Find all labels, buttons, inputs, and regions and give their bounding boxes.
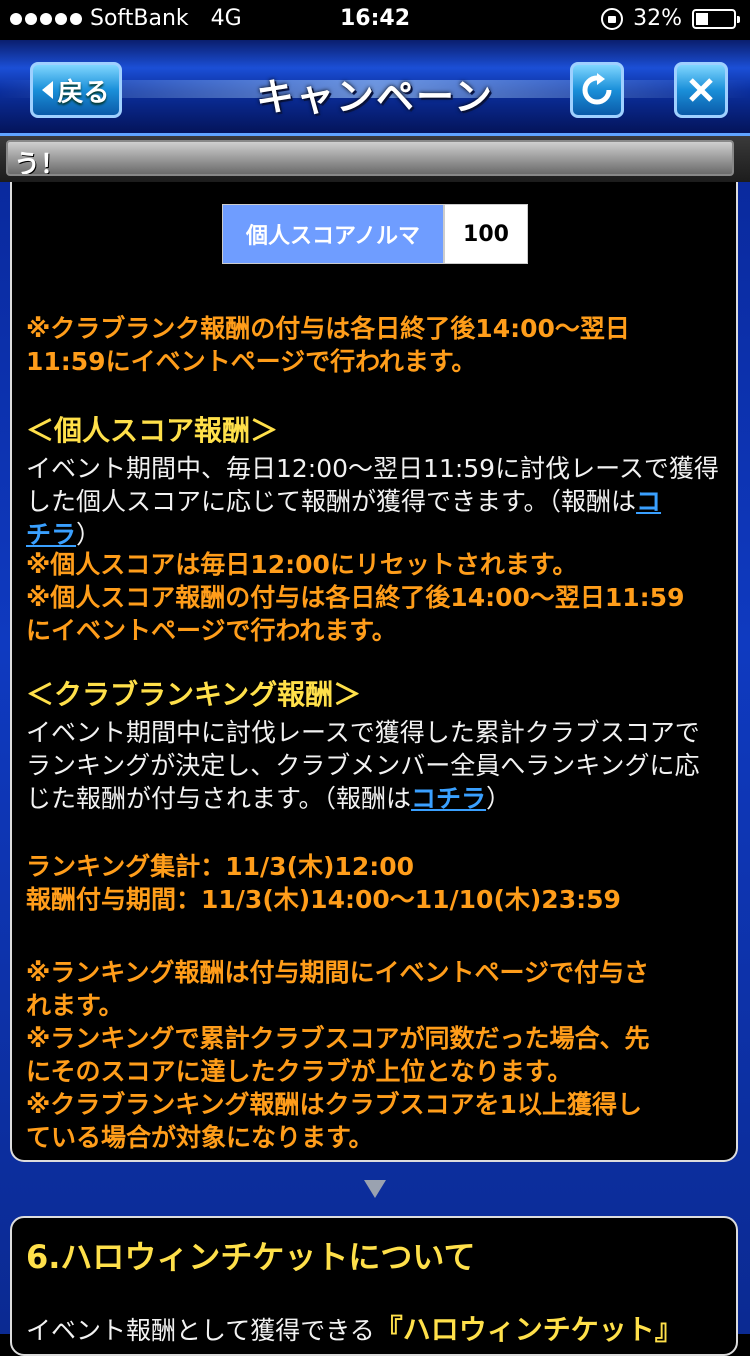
note-line: ※ランキングで累計クラブスコアが同数だった場合、先: [26, 1024, 650, 1053]
note-line: 11:59にイベントページで行われます。: [26, 347, 477, 376]
section6-body: イベント報酬として獲得できる: [26, 1316, 375, 1345]
personal-reward-link-cont[interactable]: チラ: [26, 520, 76, 549]
close-button[interactable]: [674, 62, 728, 118]
desc-line: した個人スコアに応じて報酬が獲得できます。（報酬はコ: [26, 485, 726, 518]
personal-reward-link[interactable]: コ: [636, 487, 661, 516]
campaign-detail-panel: 個人スコアノルマ 100 ※クラブランク報酬の付与は各日終了後14:00〜翌日 …: [10, 182, 738, 1162]
battery-icon: [692, 8, 740, 29]
status-right: 32%: [601, 6, 740, 31]
desc-text: ）: [76, 520, 102, 549]
section6-title: 6.ハロウィンチケットについて: [26, 1238, 476, 1276]
note-line: にそのスコアに達したクラブが上位となります。: [26, 1057, 573, 1086]
main-content[interactable]: 個人スコアノルマ 100 ※クラブランク報酬の付与は各日終了後14:00〜翌日 …: [0, 182, 750, 1356]
club-rank-note: ※クラブランク報酬の付与は各日終了後14:00〜翌日 11:59にイベントページ…: [26, 312, 726, 378]
desc-text: じた報酬が付与されます。（報酬は: [26, 784, 412, 813]
desc-text: ）: [486, 784, 512, 813]
desc-line: イベント期間中、毎日12:00〜翌日11:59に討伐レースで獲得: [26, 454, 719, 483]
scroll-down-arrow-icon: [364, 1180, 386, 1198]
close-icon: [689, 78, 713, 102]
norma-value: 100: [444, 204, 528, 264]
desc-line: ランキングが決定し、クラブメンバー全員へランキングに応: [26, 751, 700, 780]
status-bar: SoftBank 4G 16:42 32%: [0, 0, 750, 40]
note-line: ※個人スコア報酬の付与は各日終了後14:00〜翌日11:59: [26, 583, 685, 612]
schedule-line: ランキング集計：11/3(木)12:00: [26, 852, 414, 881]
note-line: ている場合が対象になります。: [26, 1123, 374, 1152]
note-line: ※個人スコアは毎日12:00にリセットされます。: [26, 550, 578, 579]
note-line: ※ランキング報酬は付与期間にイベントページで付与さ: [26, 958, 650, 987]
schedule-line: 報酬付与期間：11/3(木)14:00〜11/10(木)23:59: [26, 885, 621, 914]
reload-button[interactable]: [570, 62, 624, 118]
section6-text: イベント報酬として獲得できる『ハロウィンチケット』: [26, 1308, 683, 1348]
note-line: にイベントページで行われます。: [26, 616, 397, 645]
news-ticker: う！: [0, 136, 750, 184]
ranking-schedule: ランキング集計：11/3(木)12:00 報酬付与期間：11/3(木)14:00…: [26, 850, 726, 916]
norma-label: 個人スコアノルマ: [222, 204, 444, 264]
desc-text: した個人スコアに応じて報酬が獲得できます。（報酬は: [26, 487, 637, 516]
rotation-lock-icon: [601, 7, 624, 30]
note-line: ※クラブランク報酬の付与は各日終了後14:00〜翌日: [26, 314, 630, 343]
halloween-ticket-label: 『ハロウィンチケット』: [374, 1313, 683, 1346]
personal-score-heading: ＜個人スコア報酬＞: [26, 414, 279, 447]
page-title: キャンペーン: [255, 75, 495, 119]
ticker-frame: う！: [6, 140, 734, 176]
ticker-text: う！: [14, 150, 67, 176]
ranking-reward-link[interactable]: コチラ: [411, 784, 486, 813]
personal-score-desc: イベント期間中、毎日12:00〜翌日11:59に討伐レースで獲得 した個人スコア…: [26, 452, 726, 551]
section6-panel: 6.ハロウィンチケットについて イベント報酬として獲得できる『ハロウィンチケット…: [10, 1216, 738, 1356]
personal-score-notes: ※個人スコアは毎日12:00にリセットされます。 ※個人スコア報酬の付与は各日終…: [26, 548, 726, 647]
desc-line: チラ）: [26, 518, 726, 551]
score-norma-table: 個人スコアノルマ 100: [222, 204, 528, 264]
note-line: れます。: [26, 991, 124, 1020]
club-ranking-heading: ＜クラブランキング報酬＞: [26, 678, 362, 711]
ranking-notes: ※ランキング報酬は付与期間にイベントページで付与さ れます。 ※ランキングで累計…: [26, 956, 726, 1154]
note-line: ※クラブランキング報酬はクラブスコアを1以上獲得し: [26, 1090, 642, 1119]
app-header: 戻る キャンペーン: [0, 40, 750, 136]
desc-line: じた報酬が付与されます。（報酬はコチラ）: [26, 782, 726, 815]
reload-icon: [582, 73, 612, 105]
desc-line: イベント期間中に討伐レースで獲得した累計クラブスコアで: [26, 718, 700, 747]
battery-percent: 32%: [633, 6, 682, 31]
club-ranking-desc: イベント期間中に討伐レースで獲得した累計クラブスコアで ランキングが決定し、クラ…: [26, 716, 726, 815]
